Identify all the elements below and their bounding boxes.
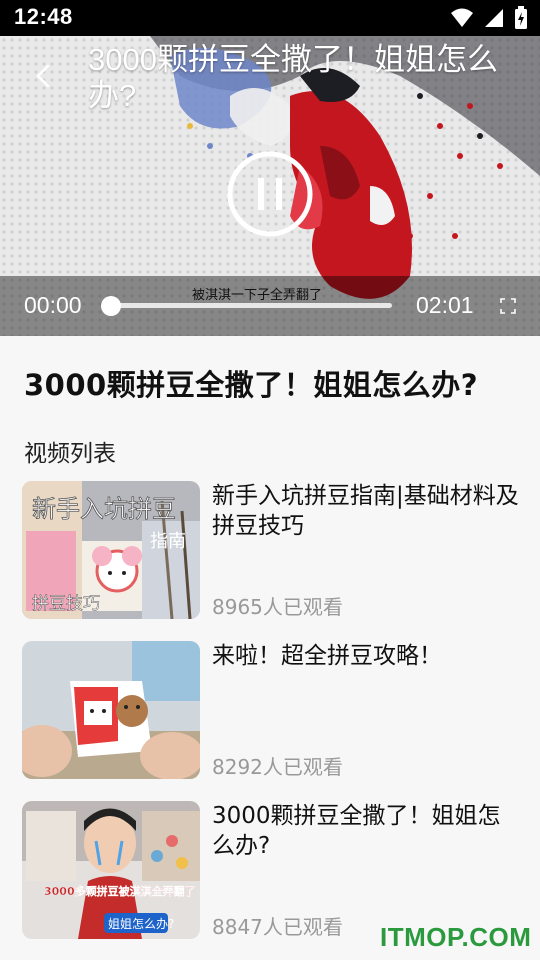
progress-bar[interactable] — [110, 303, 392, 308]
video-thumbnail: 3000多颗拼豆被淇淇全弄翻了 姐姐怎么办? — [22, 801, 200, 939]
fullscreen-button[interactable] — [498, 296, 518, 316]
current-time: 00:00 — [24, 292, 82, 318]
thumbnail-subcaption: 指南 — [150, 531, 186, 552]
thumbnail-caption: 新手入坑拼豆 — [32, 495, 176, 523]
video-item-views: 8292人已观看 — [212, 755, 343, 779]
video-item-title: 3000颗拼豆全撒了！姐姐怎么办? — [212, 803, 501, 859]
video-item-views: 8965人已观看 — [212, 595, 343, 619]
total-time: 02:01 — [416, 292, 474, 318]
video-item-views: 8847人已观看 — [212, 915, 343, 939]
video-list-item[interactable]: 来啦！超全拼豆攻略！ 8292人已观看 — [22, 641, 522, 781]
site-watermark: ITMOP.COM — [380, 922, 532, 952]
status-bar: 12:48 — [0, 0, 540, 36]
back-arrow-icon — [36, 64, 50, 88]
thumbnail-tag: 拼豆技巧 — [32, 594, 100, 614]
signal-icon — [485, 9, 503, 27]
progress-thumb[interactable] — [101, 296, 121, 316]
video-thumbnail: 新手入坑拼豆 指南 拼豆技巧 — [22, 481, 200, 619]
video-thumbnail — [22, 641, 200, 779]
content-area: 3000颗拼豆全撒了！姐姐怎么办? 视频列表 新手入坑拼豆 指南 拼豆技巧 新手… — [0, 336, 540, 960]
pause-icon — [227, 151, 313, 237]
fullscreen-icon — [500, 298, 516, 314]
video-player[interactable]: 3000颗拼豆全撒了！姐姐怎么办? 被淇淇一下子全弄翻了 00:00 02:01 — [0, 36, 540, 336]
play-pause-button[interactable] — [226, 150, 314, 238]
video-item-title: 新手入坑拼豆指南|基础材料及拼豆技巧 — [212, 483, 519, 539]
video-subtitle: 被淇淇一下子全弄翻了 — [192, 288, 323, 303]
battery-charging-icon — [515, 6, 527, 29]
video-item-title: 来啦！超全拼豆攻略！ — [212, 643, 442, 669]
video-title: 3000颗拼豆全撒了！姐姐怎么办? — [24, 368, 479, 402]
thumbnail-caption: 3000多颗拼豆被淇淇全弄翻了 — [44, 884, 196, 898]
player-controls: 被淇淇一下子全弄翻了 00:00 02:01 — [0, 276, 540, 336]
thumbnail-tag: 姐姐怎么办? — [108, 916, 174, 931]
status-icons — [450, 6, 528, 30]
status-time: 12:48 — [14, 4, 73, 29]
back-button[interactable] — [24, 56, 64, 96]
wifi-icon — [451, 8, 473, 27]
player-title: 3000颗拼豆全撒了！姐姐怎么办? — [88, 42, 498, 113]
video-list-label: 视频列表 — [24, 441, 116, 467]
video-list-item[interactable]: 3000多颗拼豆被淇淇全弄翻了 姐姐怎么办? 3000颗拼豆全撒了！姐姐怎么办?… — [22, 801, 522, 941]
video-list-item[interactable]: 新手入坑拼豆 指南 拼豆技巧 新手入坑拼豆指南|基础材料及拼豆技巧 8965人已… — [22, 481, 522, 621]
